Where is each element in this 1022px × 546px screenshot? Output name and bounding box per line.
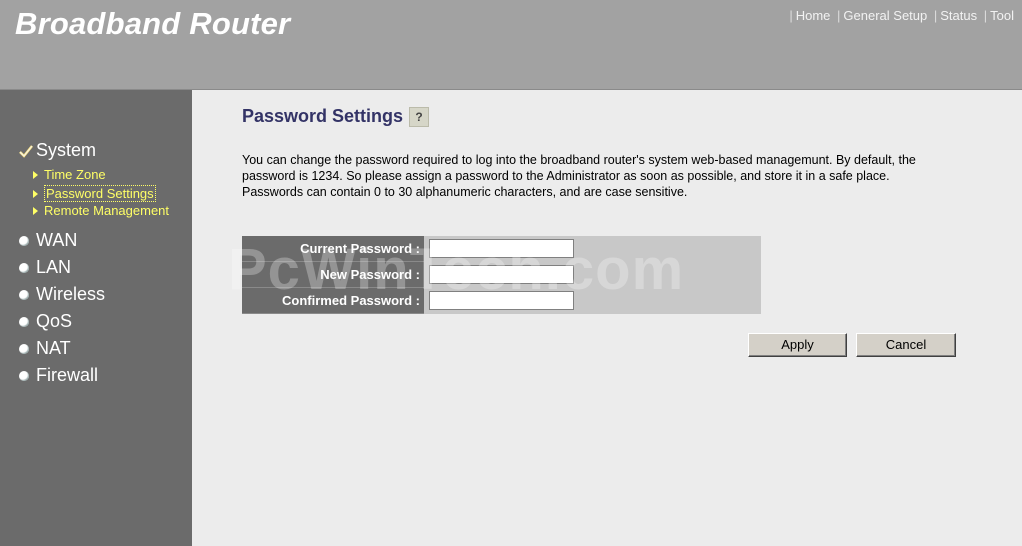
bullet-icon	[19, 370, 29, 381]
page-title: Password Settings ?	[242, 106, 430, 127]
nav-general-setup-link[interactable]: General Setup	[843, 8, 927, 23]
sidebar-item-lan[interactable]: LAN	[19, 257, 71, 278]
nav-status-link[interactable]: Status	[940, 8, 977, 23]
new-password-label: New Password :	[242, 262, 424, 288]
help-icon[interactable]: ?	[409, 106, 430, 127]
new-password-row: New Password :	[242, 262, 761, 288]
checkmark-icon	[19, 144, 33, 158]
sidebar-item-wan[interactable]: WAN	[19, 230, 77, 251]
bullet-icon	[19, 343, 29, 354]
header-bar: Broadband Router | Home | General Setup | S…	[0, 0, 1022, 90]
sidebar-item-qos[interactable]: QoS	[19, 311, 72, 332]
confirmed-password-input[interactable]	[429, 291, 574, 310]
arrow-right-icon	[33, 170, 38, 179]
page-description: You can change the password required to …	[242, 153, 916, 199]
sidebar-item-wireless[interactable]: Wireless	[19, 284, 105, 305]
brand-title: Broadband Router	[15, 6, 291, 41]
confirmed-password-row: Confirmed Password :	[242, 288, 761, 314]
password-form: Current Password : New Password : Confir…	[228, 236, 761, 314]
nav-tool-link[interactable]: Tool	[990, 8, 1014, 23]
sidebar-item-system[interactable]: System	[18, 140, 96, 161]
new-password-input[interactable]	[429, 265, 574, 284]
current-password-row: Current Password :	[242, 236, 761, 262]
bullet-icon	[19, 262, 29, 273]
sidebar: System Time Zone Password Settings Remot…	[0, 90, 192, 546]
sidebar-item-firewall[interactable]: Firewall	[19, 365, 98, 386]
apply-button[interactable]: Apply	[748, 333, 847, 357]
nav-home-link[interactable]: Home	[796, 8, 831, 23]
confirmed-password-label: Confirmed Password :	[242, 288, 424, 314]
arrow-right-icon	[33, 206, 38, 215]
current-password-label: Current Password :	[242, 236, 424, 262]
bullet-icon	[19, 316, 29, 327]
current-password-input[interactable]	[429, 239, 574, 258]
sidebar-subitem-remote-management[interactable]: Remote Management	[33, 203, 169, 218]
cancel-button[interactable]: Cancel	[856, 333, 956, 357]
main-content: Password Settings ? You can change the p…	[192, 90, 1022, 546]
sidebar-subitem-time-zone[interactable]: Time Zone	[33, 167, 106, 182]
top-nav: | Home | General Setup | Status | Tool	[789, 8, 1014, 23]
bullet-icon	[19, 289, 29, 300]
bullet-icon	[19, 235, 29, 246]
sidebar-item-label: System	[36, 140, 97, 160]
arrow-right-icon	[33, 189, 38, 198]
sidebar-subitem-password-settings[interactable]: Password Settings	[33, 185, 156, 202]
sidebar-item-nat[interactable]: NAT	[19, 338, 71, 359]
